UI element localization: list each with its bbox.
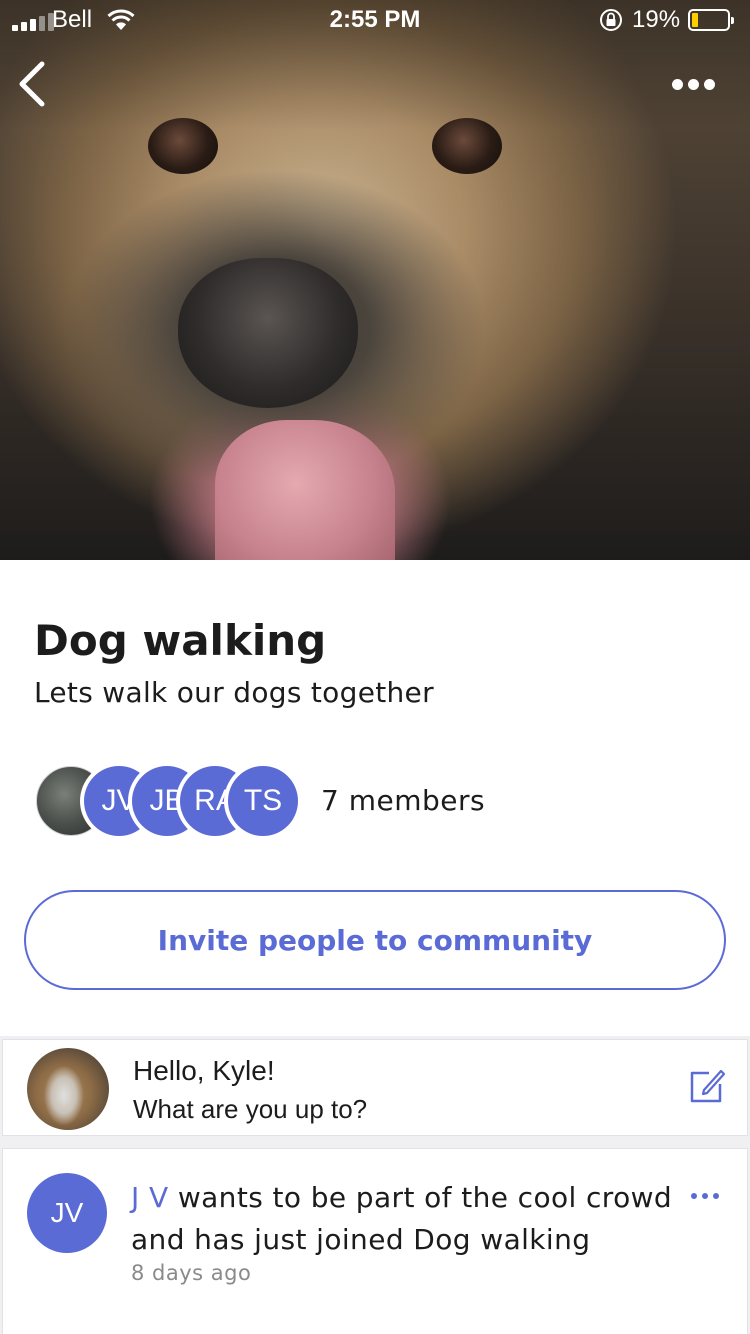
user-avatar xyxy=(27,1048,109,1130)
dog-nose xyxy=(178,258,358,408)
rotation-lock-icon xyxy=(600,9,622,31)
community-title: Dog walking xyxy=(34,616,327,665)
chevron-left-icon xyxy=(19,61,45,107)
battery-percentage: 19% xyxy=(632,6,681,33)
community-description: Lets walk our dogs together xyxy=(34,676,434,709)
feed-item: JV J V wants to be part of the cool crow… xyxy=(2,1148,748,1334)
battery-level-fill xyxy=(692,13,698,27)
feed-item-more-button[interactable] xyxy=(691,1193,719,1199)
greeting-text: Hello, Kyle! xyxy=(133,1055,275,1086)
community-cover-photo xyxy=(0,0,750,560)
back-button[interactable] xyxy=(14,58,54,110)
feed-item-avatar[interactable]: JV xyxy=(27,1173,107,1253)
status-bar: Bell 2:55 PM 19% xyxy=(0,0,750,40)
compose-prompt: What are you up to? xyxy=(133,1094,368,1124)
more-dots-icon xyxy=(691,1193,697,1199)
member-avatar-stack[interactable]: JV JB RA TS xyxy=(32,762,312,842)
compose-post-card[interactable]: Hello, Kyle! What are you up to? xyxy=(2,1039,748,1136)
dog-tongue xyxy=(215,420,395,560)
member-avatar[interactable]: TS xyxy=(224,762,302,840)
feed-item-text: J V wants to be part of the cool crowd a… xyxy=(131,1177,679,1261)
more-options-button[interactable] xyxy=(672,72,722,96)
battery-icon xyxy=(688,9,734,31)
feed-item-timestamp: 8 days ago xyxy=(131,1261,252,1285)
feed-item-user-link[interactable]: J V xyxy=(131,1181,169,1214)
invite-button[interactable]: Invite people to community xyxy=(24,890,726,990)
more-horizontal-icon xyxy=(672,78,683,90)
edit-icon[interactable] xyxy=(687,1066,727,1106)
members-count[interactable]: 7 members xyxy=(321,784,485,817)
feed-item-message: wants to be part of the cool crowd and h… xyxy=(131,1181,673,1256)
